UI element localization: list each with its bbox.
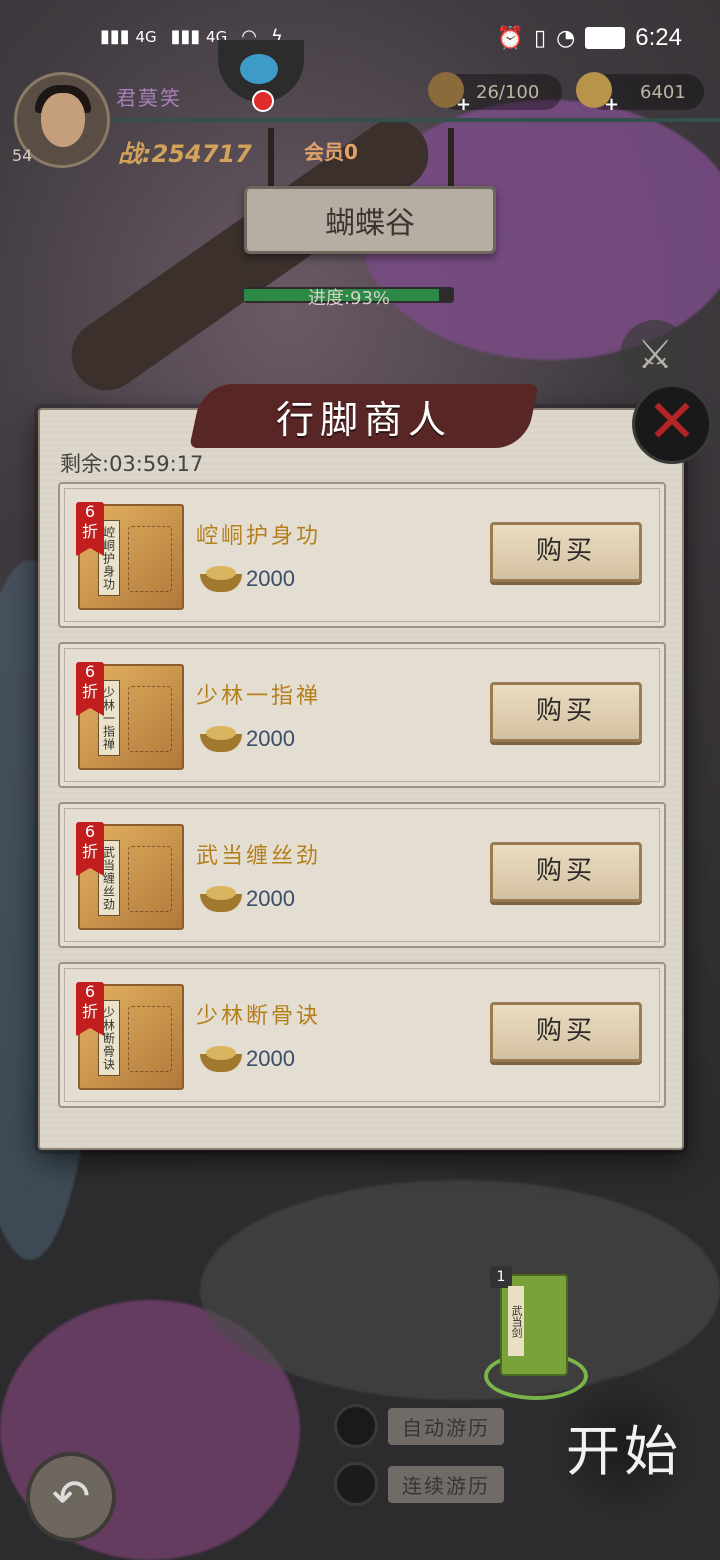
item-name: 武当缠丝劲 xyxy=(196,844,322,869)
start-button[interactable]: 开始 xyxy=(548,1376,700,1516)
remaining-timer: 剩余:03:59:17 xyxy=(60,452,204,476)
modal-title: 行脚商人 xyxy=(275,397,452,442)
signal-icon: ▮▮▮ 4G xyxy=(100,26,157,47)
item-name: 少林一指禅 xyxy=(196,684,322,709)
item-name: 少林断骨诀 xyxy=(196,1004,322,1029)
gold-counter[interactable]: + 6401 xyxy=(576,72,704,115)
list-item: 武当缠丝劲 6折 武当缠丝劲 2000 购买 xyxy=(58,802,666,948)
hud-divider xyxy=(104,118,720,122)
sign-chain xyxy=(268,128,274,188)
close-icon[interactable]: ✕ xyxy=(632,384,712,464)
vibrate-icon: ▯ xyxy=(533,25,547,51)
continuous-travel-toggle[interactable]: 连续游历 xyxy=(334,1462,504,1506)
buy-button[interactable]: 购买 xyxy=(490,522,642,582)
stone-path xyxy=(200,1180,720,1400)
add-icon[interactable]: + xyxy=(604,94,619,115)
vip-level[interactable]: 会员0 xyxy=(304,136,358,165)
card-count: 1 xyxy=(490,1266,512,1288)
list-item: 崆峒护身功 6折 崆峒护身功 2000 购买 xyxy=(58,482,666,628)
discount-badge: 6折 xyxy=(76,982,104,1036)
speed-icon: ◔ xyxy=(556,25,576,51)
exploration-progress: 进度:93% xyxy=(244,287,454,309)
list-item: 少林断骨诀 6折 少林断骨诀 2000 购买 xyxy=(58,962,666,1108)
gold-ingot-icon xyxy=(200,886,242,912)
battery-icon xyxy=(585,27,626,49)
item-price: 2000 xyxy=(200,886,295,912)
checkbox[interactable] xyxy=(334,1404,378,1448)
card-label: 武当剑 xyxy=(508,1286,524,1356)
item-price: 2000 xyxy=(200,1046,295,1072)
alarm-icon: ⏰ xyxy=(496,25,524,51)
progress-label: 进度:93% xyxy=(307,288,391,309)
skill-card[interactable]: 1 武当剑 xyxy=(490,1266,568,1376)
crossed-swords-icon[interactable]: ⚔ xyxy=(620,320,690,390)
discount-badge: 6折 xyxy=(76,662,104,716)
gold-ingot-icon xyxy=(200,566,242,592)
buy-button[interactable]: 购买 xyxy=(490,842,642,902)
status-bar: ▮▮▮ 4G ▮▮▮ 4G ◠ ϟ ⏰ ▯ ◔ 6:24 xyxy=(0,0,720,80)
discount-badge: 6折 xyxy=(76,502,104,556)
auto-travel-toggle[interactable]: 自动游历 xyxy=(334,1404,504,1448)
buy-button[interactable]: 购买 xyxy=(490,1002,642,1062)
power-value: 战:254717 xyxy=(118,140,252,168)
checkbox[interactable] xyxy=(334,1462,378,1506)
stamina-counter[interactable]: + 26/100 xyxy=(428,72,562,115)
item-name: 崆峒护身功 xyxy=(196,524,322,549)
sign-chain xyxy=(448,128,454,188)
buy-button[interactable]: 购买 xyxy=(490,682,642,742)
player-name: 君莫笑 xyxy=(116,86,182,110)
notification-dot xyxy=(252,90,274,112)
discount-badge: 6折 xyxy=(76,822,104,876)
location-sign: 蝴蝶谷 xyxy=(244,186,496,254)
add-icon[interactable]: + xyxy=(456,94,471,115)
list-item: 少林一指禅 6折 少林一指禅 2000 购买 xyxy=(58,642,666,788)
item-price: 2000 xyxy=(200,566,295,592)
item-price: 2000 xyxy=(200,726,295,752)
gold-ingot-icon xyxy=(200,726,242,752)
bird-icon xyxy=(240,54,278,84)
back-arrow-icon[interactable]: ↶ xyxy=(26,1452,116,1542)
gold-ingot-icon xyxy=(200,1046,242,1072)
modal-banner: 行脚商人 xyxy=(189,384,539,448)
player-level: 54 xyxy=(12,146,33,165)
clock: 6:24 xyxy=(635,24,682,51)
